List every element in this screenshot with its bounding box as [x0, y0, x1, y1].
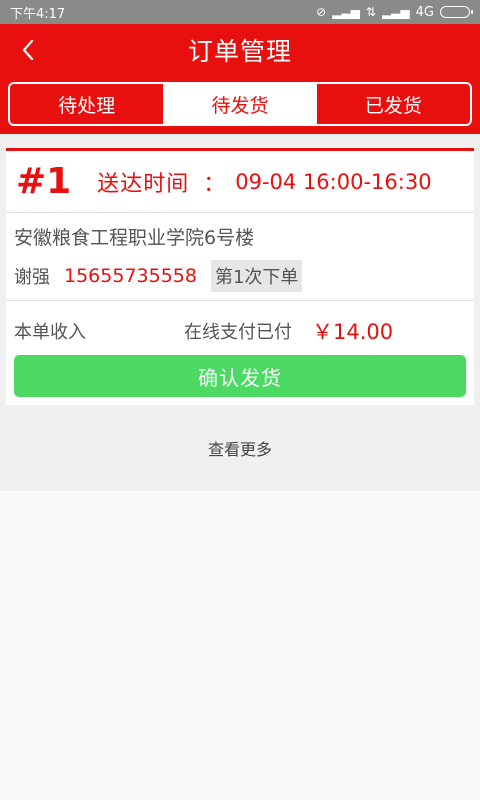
back-button[interactable]	[14, 34, 42, 66]
order-card: #1 送达时间 ： 09-04 16:00-16:30 安徽粮食工程职业学院6号…	[6, 148, 474, 405]
status-time: 下午4:17	[10, 6, 66, 22]
order-list: #1 送达时间 ： 09-04 16:00-16:30 安徽粮食工程职业学院6号…	[0, 134, 480, 405]
load-more-area: 查看更多	[0, 405, 480, 491]
order-header-row: #1 送达时间 ： 09-04 16:00-16:30	[6, 151, 474, 213]
confirm-ship-button[interactable]: 确认发货	[14, 355, 466, 397]
customer-name: 谢强	[14, 267, 50, 288]
order-count-badge: 第1次下单	[210, 260, 303, 292]
order-address-row: 安徽粮食工程职业学院6号楼 谢强 15655735558 第1次下单	[6, 213, 474, 301]
income-line: 本单收入 在线支付已付 ￥14.00	[14, 313, 466, 349]
app-header: 订单管理	[0, 24, 480, 76]
tab-to-ship[interactable]: 待发货	[163, 84, 317, 124]
back-arrow-icon	[22, 39, 34, 61]
delivery-separator: ：	[203, 171, 226, 197]
signal-icon: ▂▃▅	[332, 5, 360, 19]
tab-pending[interactable]: 待处理	[10, 84, 163, 124]
view-more-link[interactable]: 查看更多	[208, 436, 272, 460]
status-bar: 下午4:17 ⊘ ▂▃▅ ⇅ ▂▃▅ 4G	[0, 0, 480, 24]
income-label: 本单收入	[14, 322, 86, 343]
order-income-row: 本单收入 在线支付已付 ￥14.00 确认发货	[6, 301, 474, 405]
delivery-time-label: 送达时间	[97, 171, 190, 197]
delivery-time-value: 09-04 16:00-16:30	[235, 169, 432, 194]
order-amount: ￥14.00	[312, 320, 394, 344]
data-arrows-icon: ⇅	[365, 5, 376, 19]
customer-phone[interactable]: 15655735558	[64, 265, 197, 287]
signal-icon: ▂▃▅	[381, 5, 410, 19]
status-icons: ⊘ ▂▃▅ ⇅ ▂▃▅ 4G	[316, 4, 473, 20]
order-tabs: 待处理 待发货 已发货	[8, 82, 472, 126]
mute-icon: ⊘	[316, 5, 327, 19]
battery-icon	[440, 6, 473, 18]
delivery-address: 安徽粮食工程职业学院6号楼	[14, 227, 255, 249]
network-type: 4G	[415, 4, 434, 20]
tabs-container: 待处理 待发货 已发货	[0, 76, 480, 134]
contact-row: 谢强 15655735558 第1次下单	[14, 260, 466, 292]
page-title: 订单管理	[187, 37, 292, 66]
tab-shipped[interactable]: 已发货	[317, 84, 470, 124]
payment-status: 在线支付已付	[184, 322, 292, 343]
order-number: #1	[16, 161, 72, 202]
